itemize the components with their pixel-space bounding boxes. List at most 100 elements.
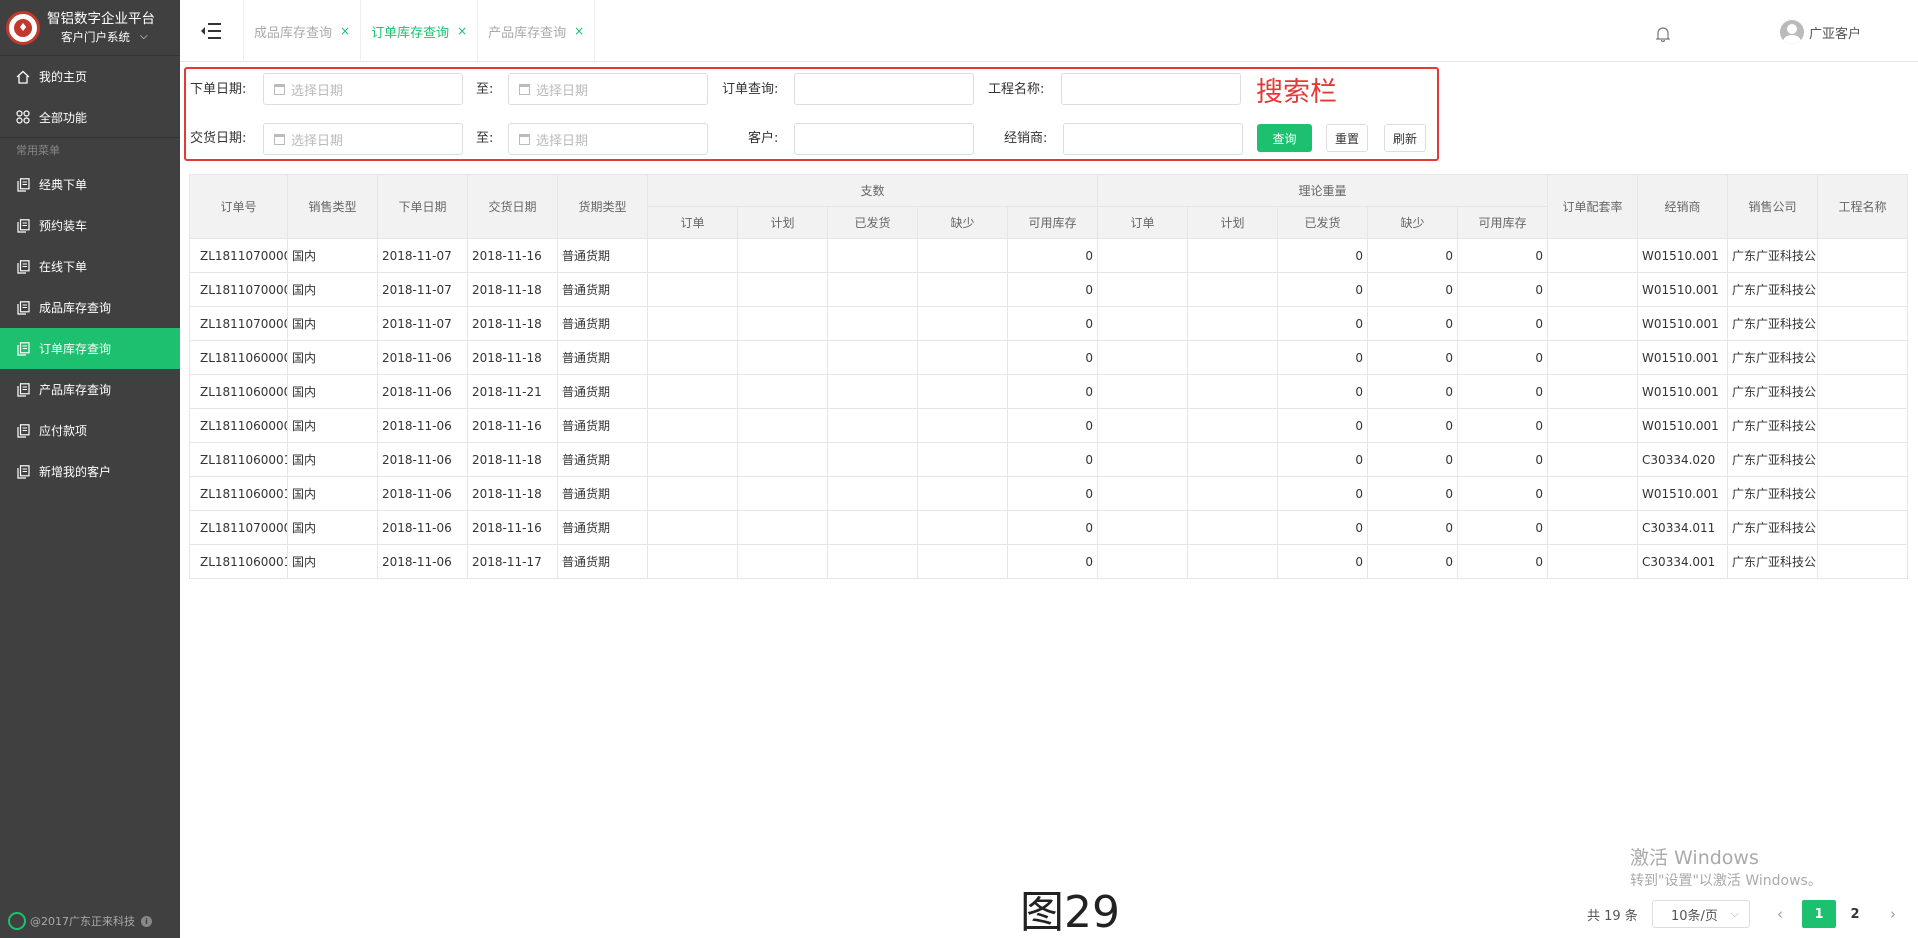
calendar-icon [274,133,285,145]
bell-icon[interactable] [1655,26,1671,43]
table-row[interactable]: ZL18110600010国内2018-11-062018-11-18普通货期 0… [189,442,1909,477]
sidebar-item[interactable]: 新增我的客户 [0,451,180,492]
col-header-delivery-date: 交货日期 [467,174,558,239]
order-query-input[interactable] [794,73,974,105]
table-cell [917,272,1008,307]
figure-caption: 图29 [1020,887,1120,938]
sidebar-item[interactable]: 应付款项 [0,410,180,451]
sidebar-item-label: 应付款项 [39,424,88,438]
table-cell [1547,510,1639,545]
col-subheader: 订单 [647,206,738,239]
table-row[interactable]: ZL18110700002国内2018-11-072018-11-16普通货期 0… [189,238,1909,273]
table-row[interactable]: ZL18110700004国内2018-11-062018-11-16普通货期 0… [189,510,1909,545]
table-cell: 2018-11-06 [377,442,468,477]
table-cell: 0 [1457,476,1549,511]
reset-button[interactable]: 重置 [1326,124,1368,152]
sidebar-item-label: 全部功能 [39,110,88,125]
table-cell [647,306,738,341]
page-1-button[interactable]: 1 [1802,900,1836,928]
order-date-end-input[interactable]: 选择日期 [508,73,708,105]
table-cell [1097,442,1189,477]
table-cell: 广东广亚科技公司 [1727,238,1819,273]
table-cell [737,408,828,443]
sidebar-item-label: 产品库存查询 [39,383,112,397]
table-cell [647,442,738,477]
table-row[interactable]: ZL18110600005国内2018-11-062018-11-21普通货期 0… [189,374,1909,409]
table-cell: 普通货期 [557,510,648,545]
table-cell: 普通货期 [557,374,648,409]
table-cell [737,306,828,341]
next-page-icon[interactable]: › [1883,900,1903,928]
table-cell [737,510,828,545]
page-2-button[interactable]: 2 [1838,900,1872,928]
table-cell: W01510.001 [1637,272,1729,307]
table-row[interactable]: ZL18110700001国内2018-11-072018-11-18普通货期 0… [189,272,1909,307]
table-cell [1547,408,1639,443]
table-cell: 0 [1277,510,1369,545]
table-cell: W01510.001 [1637,374,1729,409]
menu-collapse-icon[interactable] [200,22,222,40]
search-bar-annotation: 搜索栏 [1256,77,1337,108]
sidebar-item[interactable]: 产品库存查询 [0,369,180,410]
tab[interactable]: 订单库存查询 × [360,0,477,62]
calendar-icon [519,83,530,95]
project-name-input[interactable] [1061,73,1241,105]
close-icon[interactable]: × [457,24,467,38]
page-size-select[interactable]: 10条/页 ⌵ [1652,900,1750,928]
delivery-date-start-input[interactable]: 选择日期 [263,123,463,155]
tab[interactable]: 产品库存查询 × [477,0,596,62]
brand-subtitle: 客户门户系统 [61,29,130,44]
table-cell: 0 [1457,340,1549,375]
brand-title: 智铝数字企业平台 [47,10,155,27]
sidebar-item[interactable]: 经典下单 [0,164,180,205]
table-cell: 普通货期 [557,476,648,511]
table-cell [1817,272,1909,307]
table-cell: 广东广亚科技公司 [1727,476,1819,511]
sidebar-item[interactable]: 在线下单 [0,246,180,287]
table-cell [1817,510,1909,545]
table-row[interactable]: ZL18110600014国内2018-11-062018-11-17普通货期 0… [189,544,1909,579]
table-cell: 广东广亚科技公司 [1727,408,1819,443]
table-row[interactable]: ZL18110600003国内2018-11-062018-11-18普通货期 0… [189,340,1909,375]
windows-activation-watermark: 激活 Windows 转到"设置"以激活 Windows。 [1630,847,1822,889]
order-date-start-input[interactable]: 选择日期 [263,73,463,105]
table-cell: 普通货期 [557,408,648,443]
prev-page-icon[interactable]: ‹ [1770,900,1790,928]
table-cell: 2018-11-18 [467,340,558,375]
system-switcher[interactable]: 客户门户系统 ⌵ [47,28,155,46]
sidebar-item-all-functions[interactable]: 全部功能 [0,97,180,138]
table-cell: 2018-11-16 [467,510,558,545]
table-cell: 2018-11-16 [467,408,558,443]
table-row[interactable]: ZL18110600006国内2018-11-062018-11-16普通货期 0… [189,408,1909,443]
table-cell [647,340,738,375]
table-cell: 国内 [287,238,378,273]
sidebar-item-home[interactable]: 我的主页 [0,56,180,97]
table-cell [1097,476,1189,511]
sidebar-item[interactable]: 订单库存查询 [0,328,180,369]
sidebar-footer: @2017广东正来科技 i [8,912,152,930]
table-cell [827,272,918,307]
user-menu[interactable]: 广亚客户 [1780,20,1861,44]
dealer-input[interactable] [1063,123,1243,155]
table-cell [827,408,918,443]
customer-label: 客户: [748,131,779,146]
sidebar-item[interactable]: 预约装车 [0,205,180,246]
table-cell [1097,340,1189,375]
table-cell: 广东广亚科技公司 [1727,374,1819,409]
table-cell: 0 [1277,340,1369,375]
tab[interactable]: 成品库存查询 × [243,0,360,62]
order-date-label: 下单日期: [190,82,247,97]
query-button[interactable]: 查询 [1257,124,1312,152]
info-icon[interactable]: i [141,915,152,927]
calendar-icon [274,83,285,95]
delivery-date-end-input[interactable]: 选择日期 [508,123,708,155]
project-name-label: 工程名称: [988,82,1045,97]
close-icon[interactable]: × [574,24,584,38]
customer-input[interactable] [794,123,974,155]
table-cell [1187,238,1279,273]
sidebar-item[interactable]: 成品库存查询 [0,287,180,328]
close-icon[interactable]: × [340,24,350,38]
refresh-button[interactable]: 刷新 [1384,124,1426,152]
table-row[interactable]: ZL18110600017国内2018-11-062018-11-18普通货期 0… [189,476,1909,511]
table-row[interactable]: ZL18110700003国内2018-11-072018-11-18普通货期 0… [189,306,1909,341]
